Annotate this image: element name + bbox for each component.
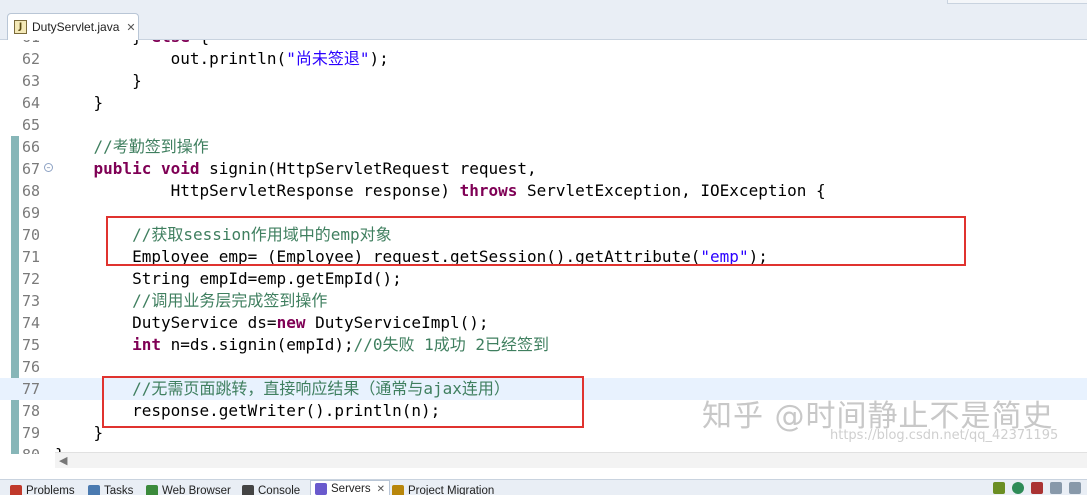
code-text: //调用业务层完成签到操作	[132, 291, 328, 310]
line-number: 62	[22, 50, 41, 68]
scroll-left-icon[interactable]: ◀	[59, 454, 67, 467]
view-tab-console[interactable]: Console	[242, 483, 300, 495]
minimize-icon[interactable]	[1050, 482, 1062, 494]
line-number: 65	[22, 116, 41, 134]
view-tab-icon	[392, 485, 404, 495]
line-number: 79	[22, 424, 41, 442]
view-tab-icon	[146, 485, 158, 495]
editor-tab-dutyservlet[interactable]: J DutyServlet.java ✕	[7, 13, 139, 40]
close-icon[interactable]: ✕	[126, 21, 135, 34]
line-number: 66	[22, 138, 41, 156]
view-tab-icon	[88, 485, 100, 495]
code-line[interactable]: 64 }	[0, 92, 1087, 114]
fold-toggle-icon[interactable]: –	[44, 163, 53, 172]
view-tab-icon	[315, 483, 327, 495]
line-number: 71	[22, 248, 41, 266]
code-text: }	[55, 71, 142, 90]
view-toolbar	[993, 482, 1081, 494]
code-line[interactable]: 74 DutyService ds=new DutyServiceImpl();	[0, 312, 1087, 334]
line-number: 72	[22, 270, 41, 288]
line-number: 67	[22, 160, 41, 178]
line-number: 75	[22, 336, 41, 354]
horizontal-scrollbar[interactable]: ◀	[55, 452, 1087, 468]
editor-tab-label: DutyServlet.java	[32, 20, 120, 34]
run-icon[interactable]	[1012, 482, 1024, 494]
view-tab-label: Project Migration	[408, 485, 495, 495]
view-tab-problems[interactable]: Problems	[10, 483, 75, 495]
view-tab-tasks[interactable]: Tasks	[88, 483, 133, 495]
code-text: String empId=emp.getEmpId();	[55, 269, 402, 288]
code-line[interactable]: 73 //调用业务层完成签到操作	[0, 290, 1087, 312]
highlight-box-response	[102, 376, 584, 428]
code-text: //考勤签到操作	[93, 137, 209, 156]
view-tab-label: Console	[258, 485, 301, 495]
maximize-icon[interactable]	[1069, 482, 1081, 494]
line-number: 68	[22, 182, 41, 200]
toolbar-edge	[947, 0, 1087, 4]
view-tab-label: Servers	[331, 483, 371, 495]
code-text: public void signin(HttpServletRequest re…	[93, 159, 537, 178]
stop-icon[interactable]	[1031, 482, 1043, 494]
code-text: HttpServletResponse response) throws Ser…	[55, 181, 826, 200]
view-tab-label: Tasks	[104, 485, 134, 495]
code-line[interactable]: 72 String empId=emp.getEmpId();	[0, 268, 1087, 290]
debug-icon[interactable]	[993, 482, 1005, 494]
line-number: 63	[22, 72, 41, 90]
line-number: 69	[22, 204, 41, 222]
line-number: 73	[22, 292, 41, 310]
highlight-box-session	[106, 216, 966, 266]
view-tab-label: Web Browser	[162, 485, 231, 495]
view-tab-web-browser[interactable]: Web Browser	[146, 483, 231, 495]
line-number: 77	[22, 380, 41, 398]
code-text: int n=ds.signin(empId);//0失败 1成功 2已经签到	[132, 335, 550, 354]
code-line[interactable]: 61 } else {	[0, 40, 1087, 48]
code-text: DutyService ds=new DutyServiceImpl();	[55, 313, 489, 332]
watermark-url: https://blog.csdn.net/qq_42371195	[830, 428, 1059, 443]
line-number: 80	[22, 444, 46, 454]
view-tab-label: Problems	[26, 485, 75, 495]
code-line[interactable]: 62 out.println("尚未签退");	[0, 48, 1087, 70]
close-icon[interactable]: ✕	[377, 484, 385, 495]
code-text: }	[55, 423, 104, 442]
code-line[interactable]: 65	[0, 114, 1087, 136]
view-tab-icon	[242, 485, 254, 495]
line-number: 74	[22, 314, 41, 332]
code-line[interactable]: 66 //考勤签到操作	[0, 136, 1087, 158]
code-text: }	[55, 93, 104, 112]
code-line[interactable]: 76	[0, 356, 1087, 378]
bottom-view-tabs: Problems Tasks Web Browser Console Servers ✕ P…	[0, 479, 1087, 495]
code-line[interactable]: 67– public void signin(HttpServletReques…	[0, 158, 1087, 180]
code-line[interactable]: 63 }	[0, 70, 1087, 92]
editor-tab-bar: J DutyServlet.java ✕	[0, 0, 1087, 40]
line-number: 70	[22, 226, 41, 244]
code-line[interactable]: 75 int n=ds.signin(empId);//0失败 1成功 2已经签…	[0, 334, 1087, 356]
line-number: 76	[22, 358, 41, 376]
java-file-icon: J	[14, 20, 27, 34]
view-tab-servers[interactable]: Servers ✕	[310, 480, 391, 495]
code-text: } else {	[55, 40, 209, 48]
line-number: 78	[22, 402, 41, 420]
view-tab-icon	[10, 485, 22, 495]
code-text: out.println("尚未签退");	[55, 49, 389, 68]
line-number: 64	[22, 94, 41, 112]
view-tab-project-migration[interactable]: Project Migration	[392, 483, 494, 495]
code-line[interactable]: 68 HttpServletResponse response) throws …	[0, 180, 1087, 202]
line-number: 61	[22, 40, 46, 48]
